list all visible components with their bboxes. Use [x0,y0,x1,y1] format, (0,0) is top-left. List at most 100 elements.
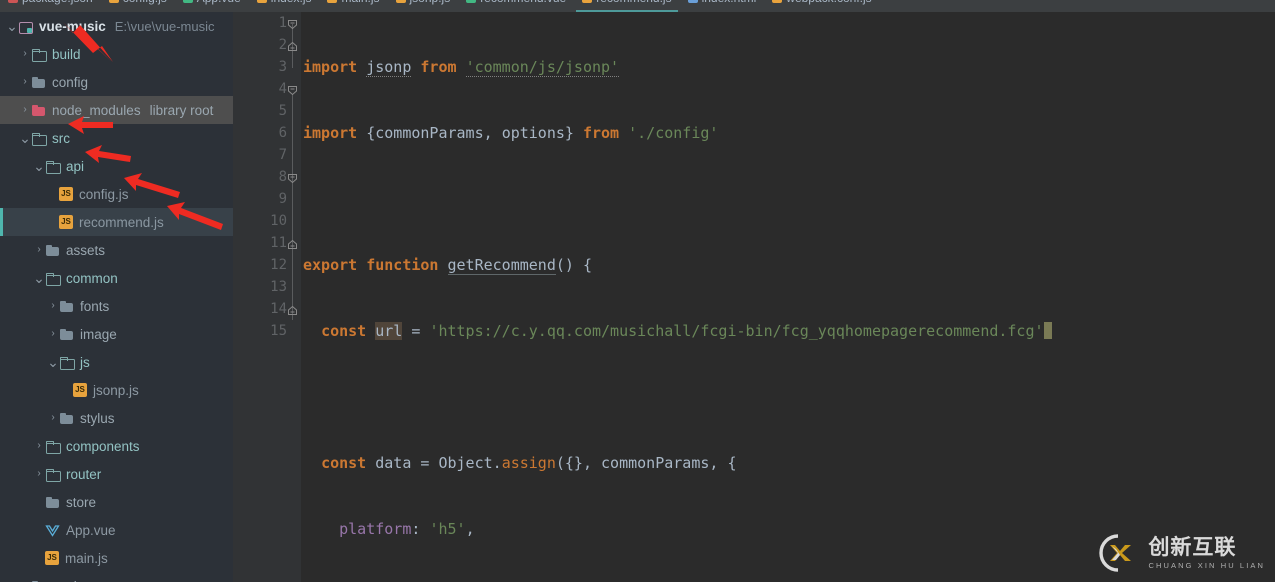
editor-tab-jsonp-js[interactable]: jsonp.js [388,0,459,12]
tree-item-assets[interactable]: › assets [0,236,233,264]
tree-item-label: jsonp.js [93,382,139,398]
tree-item-label: config [52,74,89,90]
tree-item-label: common [66,270,118,286]
tree-item-node-modules[interactable]: › node_modules library root [0,96,233,124]
tree-item-aux-label: E:\vue\vue-music [114,18,215,34]
chevron-right-icon[interactable]: › [47,413,59,423]
code-line[interactable] [301,386,1275,408]
chevron-down-icon[interactable]: ⌄ [33,159,45,173]
project-module-icon [18,20,33,34]
fold-marker-collapse-icon[interactable] [286,84,299,97]
editor-tab-recommend-vue[interactable]: recommend.vue [458,0,574,12]
tree-item-stylus[interactable]: › stylus [0,404,233,432]
tree-item-label: api [66,158,85,174]
html-file-icon [687,0,698,3]
tree-item-jsonp-js[interactable]: JS jsonp.js [0,376,233,404]
tree-item-js[interactable]: ⌄ js [0,348,233,376]
tree-item-label: components [66,438,140,454]
tree-item-recommend-js[interactable]: JS recommend.js [0,208,233,236]
tree-item-label: src [52,130,70,146]
js-file-icon [108,0,119,3]
editor-tabs: package.json config.js App.vue index.js main… [0,0,880,12]
tree-item-label: main.js [65,550,108,566]
tree-item-components[interactable]: › components [0,432,233,460]
tree-item-src[interactable]: ⌄ src [0,124,233,152]
fold-bar[interactable] [285,12,301,582]
ide-window: package.json config.js App.vue index.js main… [0,0,1275,582]
editor-tab-recommend-js[interactable]: recommend.js [574,0,679,12]
folder-open-icon [45,160,61,174]
js-file-icon: JS [45,551,59,565]
js-file-icon [772,0,783,3]
chevron-right-icon[interactable]: › [33,245,45,255]
js-file-icon [256,0,267,3]
editor-gutter[interactable]: 1 2 3 4 5 6 7 8 9 10 11 12 13 14 15 [233,12,301,582]
chevron-right-icon[interactable]: › [47,301,59,311]
chevron-right-icon[interactable]: › [33,441,45,451]
editor-tab-label: package.json [22,0,93,5]
project-tree-panel[interactable]: ⌄ vue-music E:\vue\vue-music › build › config ›… [0,12,233,582]
chevron-right-icon[interactable]: › [33,469,45,479]
code-line[interactable]: import {commonParams, options} from './c… [301,122,1275,144]
editor-tab-config-js[interactable]: config.js [101,0,175,12]
tree-item-image[interactable]: › image [0,320,233,348]
chevron-right-icon[interactable]: › [19,105,31,115]
editor-tab-package-json[interactable]: package.json [0,0,101,12]
tree-item-label: js [80,354,90,370]
editor-tab-index-js[interactable]: index.js [249,0,320,12]
tree-item-store[interactable]: store [0,488,233,516]
fold-marker-end-icon[interactable] [286,40,299,53]
fold-marker-collapse-icon[interactable] [286,172,299,185]
folder-icon [59,300,74,313]
tree-item-fonts[interactable]: › fonts [0,292,233,320]
cx-logo-icon [1099,534,1132,572]
chevron-down-icon[interactable]: ⌄ [33,271,45,285]
code-line[interactable]: import jsonp from 'common/js/jsonp' [301,56,1275,78]
code-line[interactable]: const url = 'https://c.y.qq.com/musichal… [301,320,1275,342]
chevron-down-icon[interactable]: ⌄ [6,19,18,33]
editor-tab-label: recommend.vue [480,0,566,5]
folder-open-icon [31,48,47,62]
code-line[interactable]: export function getRecommend() { [301,254,1275,276]
chevron-right-icon[interactable]: › [19,77,31,87]
tree-item-vue-music[interactable]: ⌄ vue-music E:\vue\vue-music [0,12,233,40]
chevron-down-icon[interactable]: ⌄ [19,131,31,145]
tree-item-label: store [66,494,97,510]
tree-item-static[interactable]: ›static [0,572,233,582]
editor-tab-label: index.html [702,0,757,5]
chevron-down-icon[interactable]: ⌄ [47,355,59,369]
tree-item-label: recommend.js [79,214,164,230]
tree-item-label: vue-music [39,18,106,34]
fold-marker-end-icon[interactable] [286,238,299,251]
js-file-icon [327,0,338,3]
tree-item-config-js[interactable]: JS config.js [0,180,233,208]
editor-tab-label: index.js [271,0,312,5]
tree-item-main-js[interactable]: JS main.js [0,544,233,572]
fold-marker-end-icon[interactable] [286,304,299,317]
code-editor[interactable]: 1 2 3 4 5 6 7 8 9 10 11 12 13 14 15 impo… [233,12,1275,582]
code-line[interactable] [301,188,1275,210]
tree-item-common[interactable]: ⌄ common [0,264,233,292]
fold-marker-collapse-icon[interactable] [286,18,299,31]
editor-tab-webpack-conf-js[interactable]: webpack.conf.js [764,0,879,12]
tree-item-label: image [80,326,117,342]
folder-open-icon [45,468,61,482]
folder-icon [59,328,74,341]
code-text-area[interactable]: import jsonp from 'common/js/jsonp' impo… [301,12,1275,582]
vue-file-icon [466,0,477,3]
code-line[interactable]: const data = Object.assign({}, commonPar… [301,452,1275,474]
folder-icon [31,76,46,89]
js-file-icon [582,0,593,3]
tree-item-config[interactable]: › config [0,68,233,96]
editor-tab-index-html[interactable]: index.html [680,0,765,12]
tree-item-app-vue[interactable]: App.vue [0,516,233,544]
tree-item-api[interactable]: ⌄ api [0,152,233,180]
js-file-icon: JS [59,187,73,201]
tree-item-router[interactable]: › router [0,460,233,488]
editor-tab-main-js[interactable]: main.js [319,0,387,12]
js-file-icon [395,0,406,3]
tree-item-build[interactable]: › build [0,40,233,68]
chevron-right-icon[interactable]: › [47,329,59,339]
chevron-right-icon[interactable]: › [19,49,31,59]
editor-tab-app-vue[interactable]: App.vue [175,0,249,12]
